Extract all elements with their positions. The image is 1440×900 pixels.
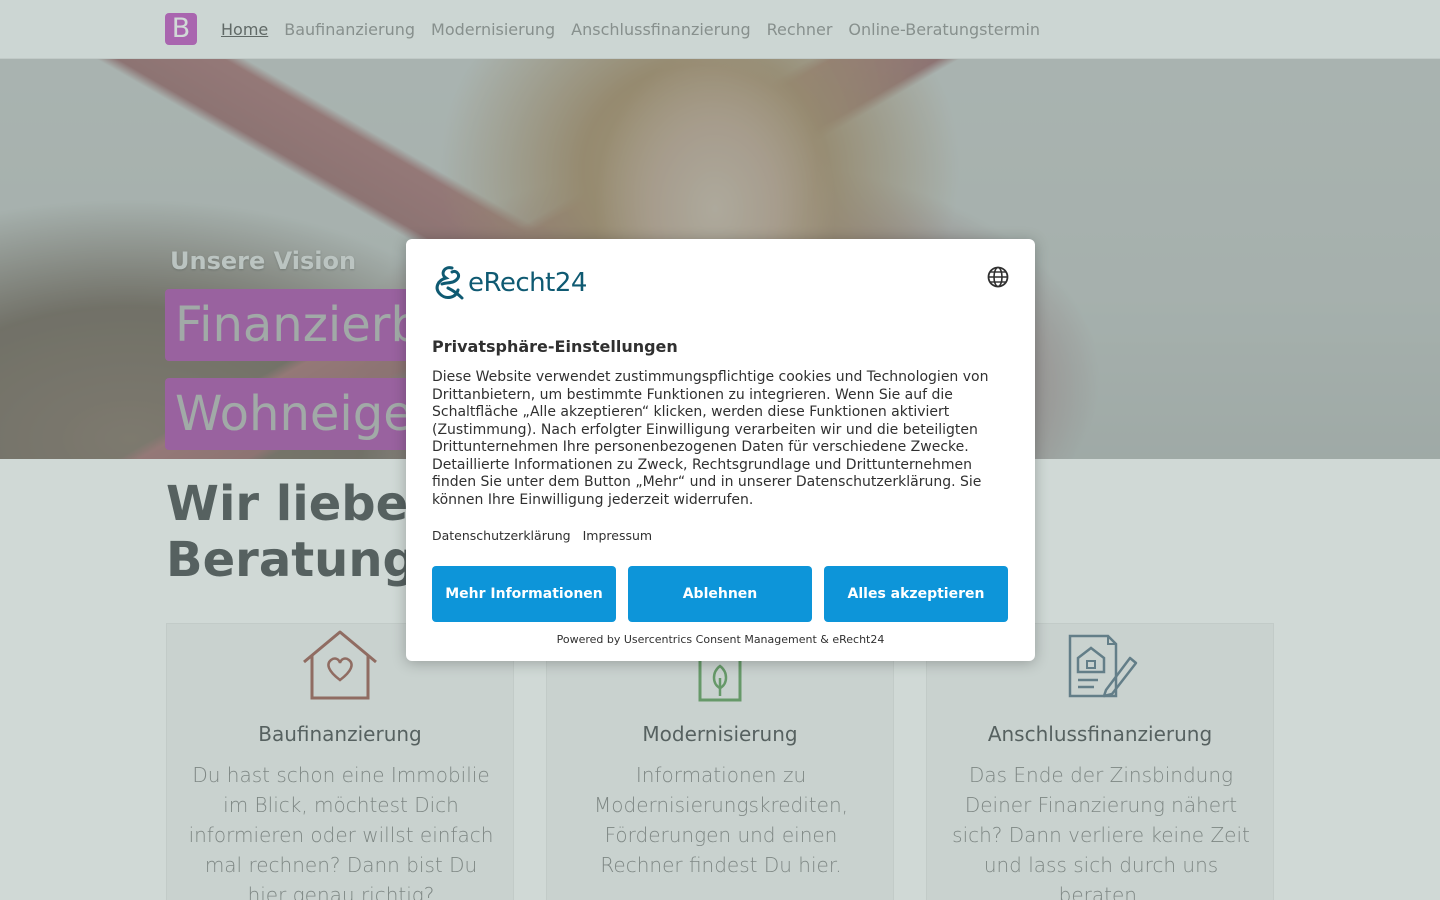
language-globe-icon[interactable] xyxy=(987,266,1009,288)
consent-title: Privatsphäre-Einstellungen xyxy=(432,337,678,356)
deny-button[interactable]: Ablehnen xyxy=(628,566,812,622)
powered-by-text: Powered by Usercentrics Consent Manageme… xyxy=(556,633,885,646)
consent-dialog: eRecht24 Privatsphäre-Einstellungen Dies… xyxy=(406,239,1035,661)
erecht24-logo: eRecht24 xyxy=(432,264,587,302)
accept-all-button[interactable]: Alles akzeptieren xyxy=(824,566,1008,622)
erecht24-logo-icon xyxy=(435,266,464,300)
link-datenschutzerklaerung[interactable]: Datenschutzerklärung xyxy=(432,528,571,543)
logo-text: eRecht24 xyxy=(468,268,587,298)
link-impressum[interactable]: Impressum xyxy=(583,528,652,543)
consent-body: Diese Website verwendet zustimmungspflic… xyxy=(432,369,989,508)
more-info-button[interactable]: Mehr Informationen xyxy=(432,566,616,622)
consent-links: Datenschutzerklärung Impressum xyxy=(432,528,664,543)
